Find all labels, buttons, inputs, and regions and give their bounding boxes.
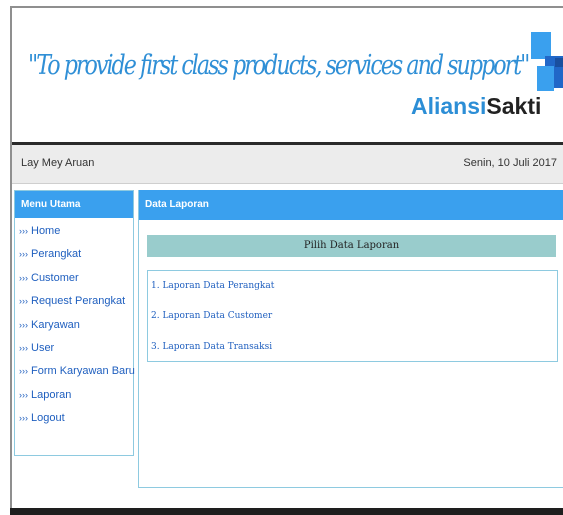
sidebar-title: Menu Utama [15,191,133,218]
report-link-customer[interactable]: 2. Laporan Data Customer [151,311,272,321]
menu-item-request-perangkat[interactable]: ››› Request Perangkat [19,295,133,318]
menu-item-label[interactable]: Karyawan [31,319,80,331]
footer-bar [10,508,563,515]
menu-item-label[interactable]: Customer [31,272,79,284]
menu-bullet-icon: ››› [19,296,28,307]
menu-item-logout[interactable]: ››› Logout [19,412,133,435]
menu-list: ››› Home ››› Perangkat ››› Customer ››› Requ… [15,218,135,436]
menu-bullet-icon: ››› [19,319,28,330]
menu-item-label[interactable]: Request Perangkat [31,295,125,307]
menu-item-form-karyawan-baru[interactable]: ››› Form Karyawan Baru [19,365,135,388]
menu-bullet-icon: ››› [19,366,28,377]
brand-name-part1: Aliansi [411,93,487,119]
user-bar: Lay Mey Aruan Senin, 10 Juli 2017 [12,145,563,184]
menu-item-user[interactable]: ››› User [19,342,133,365]
menu-item-karyawan[interactable]: ››› Karyawan [19,319,133,342]
logged-in-user: Lay Mey Aruan [21,157,95,169]
content-panel: Data Laporan Pilih Data Laporan 1. Lapor… [138,190,563,488]
menu-item-customer[interactable]: ››› Customer [19,272,133,295]
menu-bullet-icon: ››› [19,342,28,353]
report-link-transaksi[interactable]: 3. Laporan Data Transaksi [151,342,272,352]
report-link-perangkat[interactable]: 1. Laporan Data Perangkat [151,281,274,291]
menu-item-label[interactable]: Logout [31,412,65,424]
menu-item-perangkat[interactable]: ››› Perangkat [19,248,133,271]
menu-bullet-icon: ››› [19,272,28,283]
sidebar-menu: Menu Utama ››› Home ››› Perangkat ››› Custo… [14,190,135,456]
report-heading: Pilih Data Laporan [147,235,556,257]
report-list: 1. Laporan Data Perangkat 2. Laporan Dat… [147,270,558,362]
menu-item-label[interactable]: Home [31,225,60,237]
header-banner: "To provide first class products, servic… [12,8,563,145]
menu-bullet-icon: ››› [19,389,28,400]
menu-item-home[interactable]: ››› Home [19,225,133,248]
brand-logo-icon [531,32,563,91]
menu-bullet-icon: ››› [19,249,28,260]
menu-bullet-icon: ››› [19,413,28,424]
menu-item-laporan[interactable]: ››› Laporan [19,389,133,412]
menu-bullet-icon: ››› [19,226,28,236]
menu-item-label[interactable]: User [31,342,54,354]
slogan-text: "To provide first class products, servic… [28,50,530,81]
current-date: Senin, 10 Juli 2017 [463,157,557,169]
menu-item-label[interactable]: Form Karyawan Baru [31,365,135,377]
menu-item-label[interactable]: Laporan [31,389,71,401]
menu-item-label[interactable]: Perangkat [31,248,81,260]
content-title: Data Laporan [139,190,563,220]
